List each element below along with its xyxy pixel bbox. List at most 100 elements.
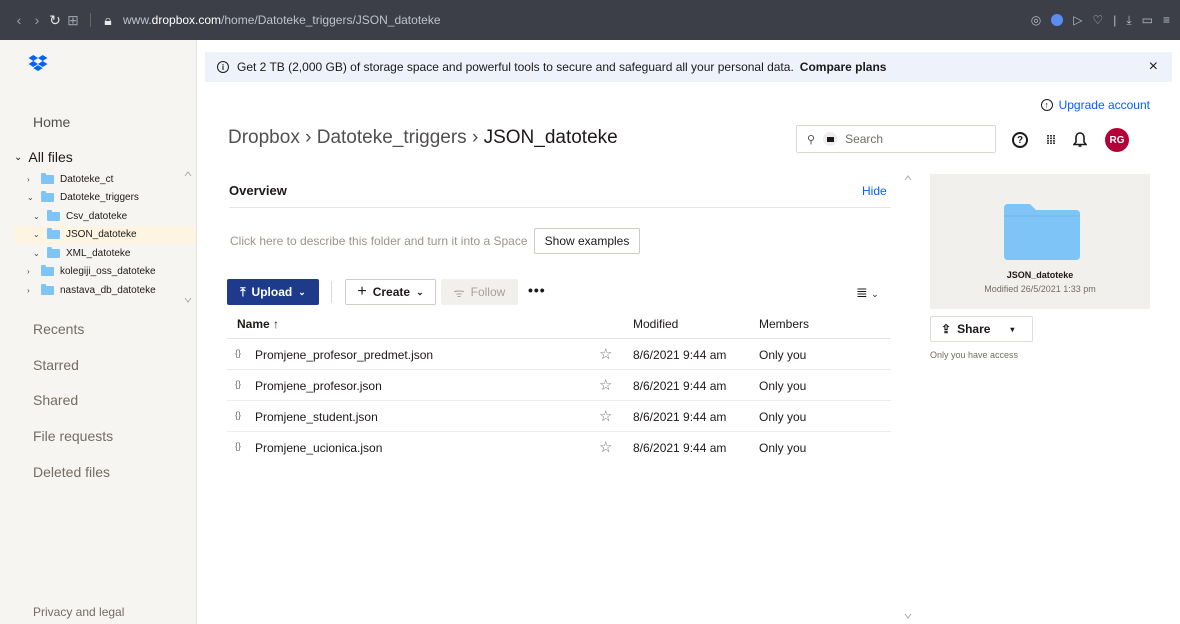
- download-icon[interactable]: ⤓: [1126, 13, 1131, 28]
- file-members: Only you: [759, 348, 807, 362]
- camera-icon[interactable]: ◎: [1031, 13, 1041, 27]
- nav-deleted-files[interactable]: Deleted files: [33, 464, 110, 480]
- chevron-down-icon[interactable]: ⌄: [33, 249, 41, 258]
- apps-grid-icon[interactable]: ⁞⁞⁞: [1046, 133, 1056, 147]
- chevron-down-icon[interactable]: ▾: [1010, 325, 1014, 334]
- table-row[interactable]: {} Promjene_profesor.json ☆ 8/6/2021 9:4…: [227, 370, 891, 401]
- reload-icon[interactable]: ↻: [46, 12, 64, 29]
- view-options-button[interactable]: ≣ ⌄: [856, 284, 879, 301]
- chevron-right-icon[interactable]: ›: [27, 267, 35, 276]
- upgrade-account-link[interactable]: ↑ Upgrade account: [1040, 98, 1150, 112]
- tree-folder-item[interactable]: › Datoteke_ct: [15, 170, 195, 189]
- tree-folder-label: JSON_datoteke: [66, 229, 137, 241]
- main-scrollbar[interactable]: [903, 172, 913, 624]
- heart-icon[interactable]: ♡: [1092, 13, 1103, 27]
- nav-file-requests[interactable]: File requests: [33, 428, 113, 444]
- breadcrumb-root[interactable]: Dropbox: [228, 127, 300, 148]
- star-icon[interactable]: ☆: [599, 376, 612, 394]
- menu-icon[interactable]: ≡: [1163, 13, 1170, 27]
- header-actions: ? ⁞⁞⁞ RG: [1012, 128, 1129, 152]
- table-row[interactable]: {} Promjene_student.json ☆ 8/6/2021 9:44…: [227, 401, 891, 432]
- chevron-down-icon[interactable]: ⌄: [33, 230, 41, 239]
- more-options-button[interactable]: •••: [528, 282, 546, 298]
- tree-folder-item[interactable]: ⌄ Csv_datoteke: [15, 207, 195, 226]
- file-modified: 8/6/2021 9:44 am: [633, 410, 727, 424]
- nav-recents[interactable]: Recents: [33, 321, 84, 337]
- divider: [90, 13, 91, 27]
- preview-folder-name: JSON_datoteke: [1006, 270, 1074, 280]
- search-placeholder: Search: [845, 132, 884, 146]
- chevron-down-icon[interactable]: ⌄: [27, 193, 35, 202]
- folder-scope-icon[interactable]: [823, 132, 838, 146]
- table-row[interactable]: {} Promjene_ucionica.json ☆ 8/6/2021 9:4…: [227, 432, 891, 463]
- file-name[interactable]: Promjene_ucionica.json: [255, 441, 382, 455]
- file-name[interactable]: Promjene_student.json: [255, 410, 378, 424]
- nav-home[interactable]: Home: [33, 114, 70, 130]
- forward-icon[interactable]: ›: [28, 12, 46, 28]
- avatar[interactable]: RG: [1105, 128, 1129, 152]
- star-icon[interactable]: ☆: [599, 438, 612, 456]
- table-row[interactable]: {} Promjene_profesor_predmet.json ☆ 8/6/…: [227, 339, 891, 370]
- upload-button[interactable]: ⤒ Upload ⌄: [227, 279, 319, 305]
- nav-all-files[interactable]: ⌄ All files: [14, 149, 73, 165]
- close-icon[interactable]: ×: [1149, 58, 1158, 76]
- folder-preview: JSON_datoteke Modified 26/5/2021 1:33 pm: [930, 174, 1150, 309]
- star-icon[interactable]: ☆: [599, 407, 612, 425]
- dropbox-logo-icon[interactable]: [28, 55, 48, 71]
- show-examples-button[interactable]: Show examples: [534, 228, 640, 254]
- share-icon: ⇪: [941, 322, 952, 336]
- hide-overview-link[interactable]: Hide: [862, 184, 887, 198]
- folder-icon: [47, 209, 60, 221]
- file-name[interactable]: Promjene_profesor.json: [255, 379, 382, 393]
- divider: |: [1113, 13, 1117, 27]
- address-bar[interactable]: www.dropbox.com/home/Datoteke_triggers/J…: [123, 13, 441, 27]
- plus-icon: +: [357, 283, 367, 300]
- nav-starred[interactable]: Starred: [33, 357, 79, 373]
- tree-scrollbar[interactable]: [184, 170, 192, 304]
- divider: [229, 207, 891, 208]
- tree-folder-item[interactable]: ⌄ XML_datoteke: [15, 244, 195, 263]
- column-header-members[interactable]: Members: [759, 317, 809, 331]
- file-name[interactable]: Promjene_profesor_predmet.json: [255, 348, 433, 362]
- privacy-link[interactable]: Privacy and legal: [33, 605, 124, 619]
- create-button[interactable]: + Create ⌄: [345, 279, 436, 305]
- json-file-icon: {}: [235, 410, 242, 420]
- nav-shared[interactable]: Shared: [33, 392, 78, 408]
- tree-folder-item[interactable]: ⌄ Datoteke_triggers: [15, 189, 195, 208]
- file-modified: 8/6/2021 9:44 am: [633, 348, 727, 362]
- chevron-down-icon[interactable]: ⌄: [33, 212, 41, 221]
- chevron-down-icon: ⌄: [14, 151, 23, 163]
- folder-icon: [47, 228, 60, 240]
- tree-folder-item[interactable]: ⌄ JSON_datoteke: [15, 225, 195, 244]
- chevron-right-icon[interactable]: ›: [27, 286, 35, 295]
- chevron-right-icon[interactable]: ›: [27, 175, 35, 184]
- list-view-icon: ≣: [856, 284, 868, 300]
- share-label: Share: [957, 322, 991, 336]
- breadcrumb-parent[interactable]: Datoteke_triggers: [317, 127, 467, 148]
- tabs-grid-icon[interactable]: ⊞: [64, 12, 82, 29]
- column-header-modified[interactable]: Modified: [633, 317, 678, 331]
- star-icon[interactable]: ☆: [599, 345, 612, 363]
- column-header-name[interactable]: Name ↑: [237, 317, 279, 331]
- folder-icon: [47, 246, 60, 258]
- access-status: Only you have access: [930, 350, 1019, 360]
- chevron-right-icon: ›: [305, 127, 317, 148]
- file-modified: 8/6/2021 9:44 am: [633, 379, 727, 393]
- describe-folder-prompt[interactable]: Click here to describe this folder and t…: [230, 234, 528, 248]
- bell-icon[interactable]: [1073, 132, 1087, 148]
- back-icon[interactable]: ‹: [10, 12, 28, 28]
- folder-icon: [41, 172, 54, 184]
- help-icon[interactable]: ?: [1012, 132, 1028, 148]
- search-input[interactable]: ⚲ Search: [796, 125, 996, 153]
- shield-icon[interactable]: [1051, 14, 1064, 26]
- battery-icon[interactable]: ▭: [1142, 13, 1153, 27]
- breadcrumb: Dropbox › Datoteke_triggers › JSON_datot…: [228, 127, 618, 149]
- tree-folder-item[interactable]: › kolegiji_oss_datoteke: [15, 263, 195, 282]
- folder-icon: [41, 283, 54, 295]
- send-icon[interactable]: ▷: [1073, 13, 1082, 27]
- share-button[interactable]: ⇪ Share ▾: [930, 316, 1033, 342]
- follow-button[interactable]: ᯤ Follow: [441, 279, 518, 305]
- folder-icon: [41, 191, 54, 203]
- tree-folder-item[interactable]: › nastava_db_datoteke: [15, 281, 195, 300]
- compare-plans-link[interactable]: Compare plans: [800, 60, 887, 74]
